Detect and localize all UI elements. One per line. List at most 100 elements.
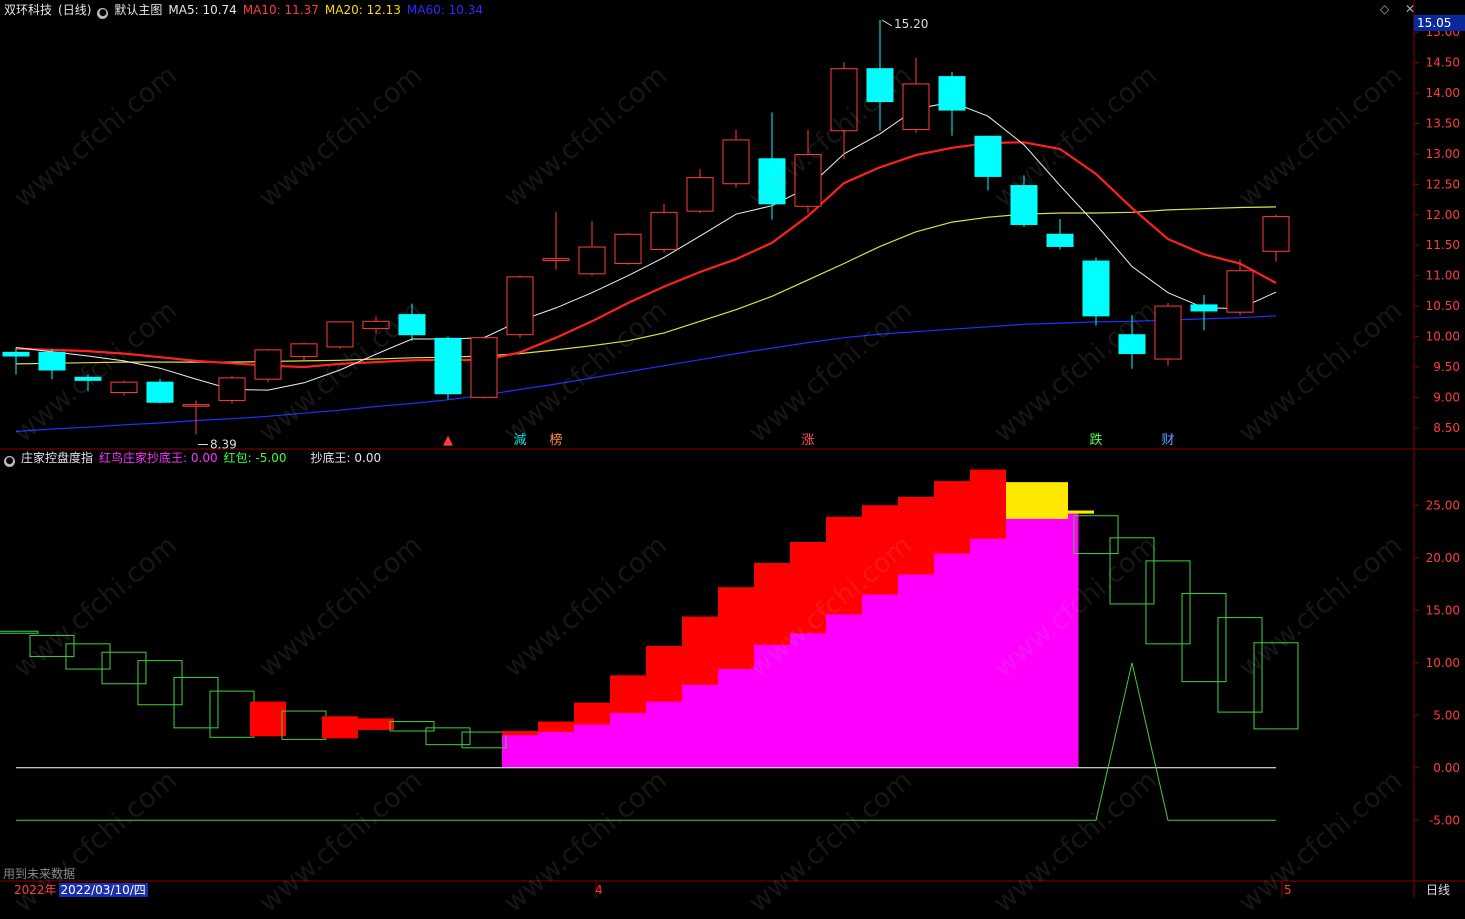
price-axes: 15.00 14.50 14.00 13.50 13.00 12.50 12.00 11.50… — [1414, 25, 1460, 827]
bear-candle — [2, 351, 30, 357]
red-box — [250, 701, 286, 737]
bull-candle — [1226, 270, 1254, 313]
red-box — [358, 718, 394, 730]
ma60-label: MA60: 10.34 — [406, 3, 483, 17]
stock-name[interactable]: 双环科技 — [4, 3, 52, 17]
red-box — [322, 716, 358, 739]
yellow-box — [1042, 510, 1094, 514]
bear-candle — [434, 337, 462, 395]
bear-candle — [1082, 260, 1110, 317]
indicator-tick-label: -5.00 — [1429, 813, 1460, 827]
indicator-tick-label: 20.00 — [1426, 551, 1460, 565]
circle-dot-icon[interactable]: ● — [97, 8, 109, 19]
window-control-icons[interactable]: ◇ ✕ — [1380, 2, 1421, 16]
magenta-column — [502, 731, 539, 768]
bear-candle — [1046, 233, 1074, 247]
circle-dot-icon[interactable]: ● — [4, 456, 15, 467]
price-tick-label: 10.50 — [1426, 299, 1460, 313]
price-tick-label: 13.50 — [1426, 116, 1460, 130]
selected-date[interactable]: 2022/03/10/四 — [58, 883, 148, 897]
red-box — [682, 616, 718, 685]
price-tick-label: 14.00 — [1426, 86, 1460, 100]
ma10-label: MA10: 11.37 — [242, 3, 319, 17]
green-box — [101, 651, 147, 685]
bull-candle — [722, 139, 750, 185]
bull-candle — [290, 343, 318, 358]
high-arrow — [881, 19, 893, 27]
bull-candle — [686, 177, 714, 212]
bear-candle — [1190, 304, 1218, 312]
series3-label: 抄底王: 0.00 — [310, 451, 382, 465]
series1-label: 红鸟庄家抄底王: 0.00 — [99, 451, 218, 465]
bear-candle — [38, 351, 66, 371]
ma20-label: MA20: 12.13 — [324, 3, 401, 17]
date-axis: 2022年 2022/03/10/四 — [0, 882, 148, 898]
magenta-column — [934, 538, 971, 768]
indicator-tick-label: 0.00 — [1433, 761, 1460, 775]
green-box — [1145, 560, 1191, 645]
bull-candle — [650, 211, 678, 250]
green-box — [461, 731, 507, 749]
high-annotation: 15.20 — [894, 17, 928, 31]
bull-candle — [614, 233, 642, 264]
bull-candle — [506, 276, 534, 336]
red-box — [574, 702, 610, 725]
price-tick-label: 11.50 — [1426, 238, 1460, 252]
green-box — [173, 676, 219, 729]
period-label[interactable]: 日线 — [1426, 882, 1450, 898]
future-data-note: 用到未来数据 — [3, 867, 76, 881]
price-tick-label: 14.50 — [1426, 56, 1460, 70]
period-tag: (日线) — [58, 3, 92, 17]
price-tick-label: 9.00 — [1433, 390, 1460, 404]
signal-mark: 财 — [1161, 433, 1174, 448]
green-box — [1073, 515, 1119, 555]
green-box — [1181, 592, 1227, 683]
green-box — [0, 630, 39, 634]
red-box — [502, 731, 538, 736]
indicator-tick-label: 5.00 — [1433, 708, 1460, 722]
bull-candle — [254, 349, 282, 380]
price-tick-label: 10.00 — [1426, 330, 1460, 344]
bull-candle — [182, 404, 210, 407]
red-box — [934, 481, 970, 554]
bull-candle — [578, 246, 606, 275]
bull-candle — [218, 377, 246, 401]
bull-candle — [1262, 216, 1290, 252]
date-year: 2022年 — [14, 883, 57, 897]
red-box — [970, 469, 1006, 539]
price-tick-label: 12.00 — [1426, 208, 1460, 222]
red-box — [610, 675, 646, 714]
magenta-column — [862, 574, 899, 768]
bear-candle — [146, 381, 174, 403]
bull-candle — [470, 337, 498, 398]
green-box — [425, 727, 471, 746]
series2-label: 红包: -5.00 — [223, 451, 287, 465]
bear-candle — [938, 76, 966, 111]
main-chart-header: 双环科技 (日线) ● 默认主图 MA5: 10.74 MA10: 11.37 MA20: … — [4, 1, 489, 19]
signal-mark: 跌 — [1089, 432, 1102, 448]
indicator-name[interactable]: 庄家控盘度指 — [21, 451, 93, 465]
red-box — [538, 721, 574, 733]
magenta-column — [970, 518, 1007, 768]
price-tick-label: 12.50 — [1426, 177, 1460, 191]
indicator-tick-label: 15.00 — [1426, 603, 1460, 617]
indicator-tick-label: 25.00 — [1426, 498, 1460, 512]
price-tick-label: 8.50 — [1433, 421, 1460, 435]
current-price-box: 15.05 — [1414, 15, 1465, 31]
price-tick-label: 13.00 — [1426, 147, 1460, 161]
ma5-label: MA5: 10.74 — [168, 3, 237, 17]
green-box — [137, 660, 183, 706]
bear-candle — [974, 135, 1002, 177]
price-tick-label: 9.50 — [1433, 360, 1460, 374]
green-box — [281, 710, 327, 740]
signal-mark: 涨 — [801, 433, 814, 448]
bull-candle — [110, 381, 138, 394]
red-box — [646, 645, 682, 702]
magenta-column — [898, 553, 935, 768]
signal-mark: 榜 — [549, 432, 562, 448]
indicator-tick-label: 10.00 — [1426, 656, 1460, 670]
green-box — [389, 721, 435, 732]
month-4-label: 4 — [595, 883, 603, 897]
month-5-label: 5 — [1284, 883, 1292, 897]
main-chart-name[interactable]: 默认主图 — [114, 3, 162, 17]
